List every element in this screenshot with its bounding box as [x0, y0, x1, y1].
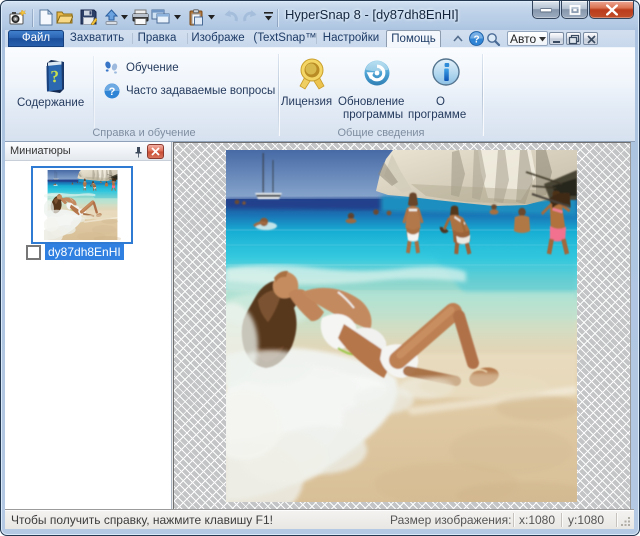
svg-text:?: ?	[473, 34, 479, 45]
svg-text:?: ?	[109, 86, 116, 98]
svg-text:?: ?	[50, 67, 59, 86]
